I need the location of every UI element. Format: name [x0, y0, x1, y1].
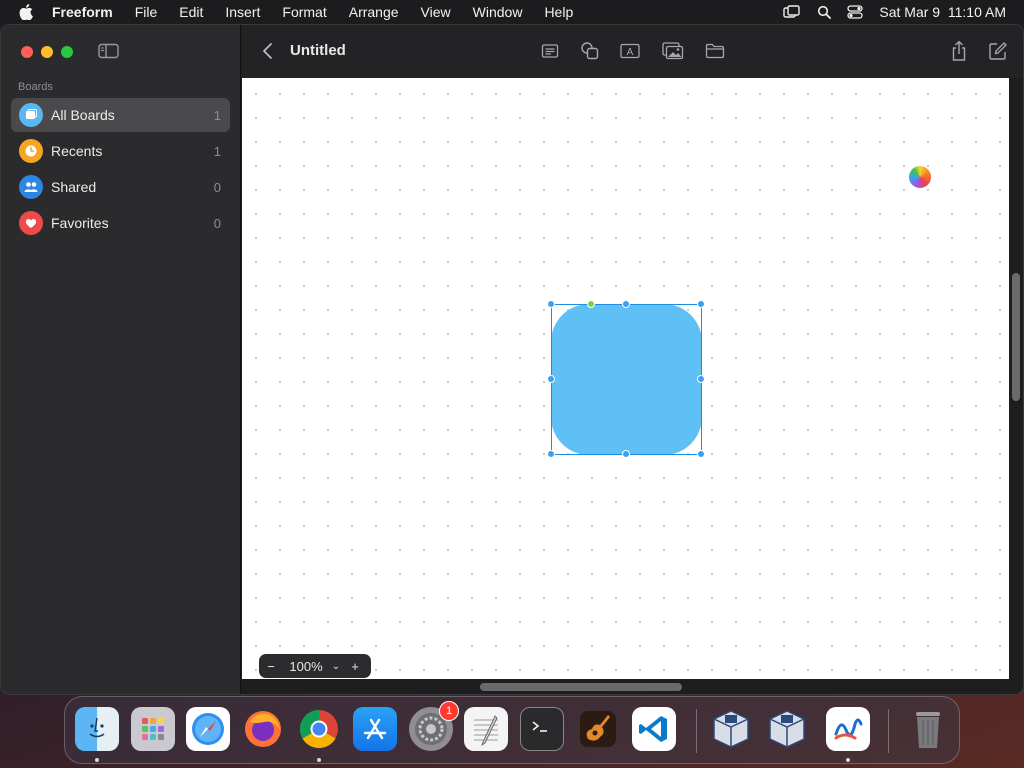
virtualbox-vm-icon[interactable] — [765, 707, 809, 751]
svg-text:A: A — [627, 47, 634, 58]
resize-handle-top-left[interactable] — [547, 300, 555, 308]
boards-icon — [19, 103, 43, 127]
minimize-window-button[interactable] — [41, 46, 53, 58]
zoom-menu-chevron-icon[interactable]: ⌄ — [329, 661, 343, 672]
board-title[interactable]: Untitled — [290, 42, 346, 59]
sidebar-item-recents[interactable]: Recents 1 — [11, 134, 230, 168]
vertical-scroll-thumb[interactable] — [1012, 273, 1020, 401]
garageband-icon[interactable] — [576, 707, 620, 751]
safari-icon[interactable] — [186, 707, 230, 751]
toolbar: Untitled A — [242, 25, 1023, 78]
sidebar-item-count: 1 — [213, 143, 221, 159]
finder-icon[interactable] — [75, 707, 119, 751]
shapes-icon[interactable] — [579, 40, 601, 62]
menu-view[interactable]: View — [421, 4, 451, 20]
heart-icon — [19, 211, 43, 235]
corner-radius-handle[interactable] — [587, 300, 595, 308]
vscode-icon[interactable] — [632, 707, 676, 751]
people-icon — [19, 175, 43, 199]
sidebar-item-label: Shared — [51, 179, 97, 195]
sidebar-item-label: All Boards — [51, 107, 115, 123]
sidebar-item-all-boards[interactable]: All Boards 1 — [11, 98, 230, 132]
share-icon[interactable] — [948, 40, 970, 62]
sidebar-item-label: Favorites — [51, 215, 109, 231]
resize-handle-bottom[interactable] — [622, 450, 630, 458]
freeform-window: Boards All Boards 1 Recents 1 Shared 0 F… — [0, 24, 1024, 695]
horizontal-scrollbar[interactable] — [242, 679, 1023, 694]
sticky-note-icon[interactable] — [539, 40, 561, 62]
sidebar-item-count: 1 — [213, 107, 221, 123]
close-window-button[interactable] — [21, 46, 33, 58]
freeform-icon[interactable] — [826, 707, 870, 751]
system-settings-icon[interactable]: 1 — [409, 701, 459, 751]
resize-handle-left[interactable] — [547, 375, 555, 383]
boards-list: All Boards 1 Recents 1 Shared 0 Favorite… — [11, 98, 230, 242]
folder-icon[interactable] — [704, 40, 726, 62]
menu-clock[interactable]: Sat Mar 9 11:10 AM — [879, 4, 1006, 20]
resize-handle-bottom-left[interactable] — [547, 450, 555, 458]
text-box-icon[interactable]: A — [619, 40, 641, 62]
sidebar-item-favorites[interactable]: Favorites 0 — [11, 206, 230, 240]
menu-edit[interactable]: Edit — [179, 4, 203, 20]
board-area: Untitled A − 100% ⌄ + — [242, 25, 1023, 694]
back-chevron-icon[interactable] — [261, 42, 275, 60]
menu-app-name[interactable]: Freeform — [52, 4, 113, 20]
sidebar-item-count: 0 — [213, 179, 221, 195]
apple-menu-icon[interactable] — [18, 4, 34, 20]
menu-help[interactable]: Help — [544, 4, 573, 20]
sidebar-item-label: Recents — [51, 143, 103, 159]
zoom-in-button[interactable]: + — [343, 659, 367, 674]
terminal-icon[interactable] — [520, 707, 564, 751]
running-indicator — [317, 758, 321, 762]
running-indicator — [846, 758, 850, 762]
resize-handle-top-right[interactable] — [697, 300, 705, 308]
compose-icon[interactable] — [987, 40, 1009, 62]
resize-handle-bottom-right[interactable] — [697, 450, 705, 458]
menu-arrange[interactable]: Arrange — [349, 4, 399, 20]
virtualbox-icon[interactable] — [709, 707, 753, 751]
menu-file[interactable]: File — [135, 4, 158, 20]
board-canvas[interactable]: − 100% ⌄ + — [242, 78, 1010, 681]
firefox-icon[interactable] — [241, 707, 285, 751]
horizontal-scroll-thumb[interactable] — [480, 683, 682, 691]
sidebar-item-shared[interactable]: Shared 0 — [11, 170, 230, 204]
sidebar-section-title: Boards — [18, 81, 53, 93]
chrome-icon[interactable] — [297, 707, 341, 751]
sidebar: Boards All Boards 1 Recents 1 Shared 0 F… — [1, 25, 241, 694]
menu-insert[interactable]: Insert — [225, 4, 260, 20]
resize-handle-right[interactable] — [697, 375, 705, 383]
selection-outline — [551, 304, 702, 455]
launchpad-icon[interactable] — [131, 707, 175, 751]
vertical-scrollbar[interactable] — [1009, 78, 1023, 681]
collaborator-color-icon[interactable] — [909, 166, 931, 188]
spotlight-search-icon[interactable] — [817, 5, 832, 19]
menu-format[interactable]: Format — [282, 4, 326, 20]
media-icon[interactable] — [662, 40, 684, 62]
dock: 1 — [64, 696, 960, 764]
sidebar-toggle-icon[interactable] — [98, 43, 120, 59]
trash-icon[interactable] — [906, 707, 950, 751]
screen-mirroring-icon[interactable] — [783, 5, 801, 19]
zoom-control: − 100% ⌄ + — [259, 654, 371, 678]
textedit-icon[interactable] — [464, 707, 508, 751]
dock-separator — [696, 709, 697, 753]
running-indicator — [95, 758, 99, 762]
zoom-level[interactable]: 100% — [283, 659, 329, 674]
window-controls — [21, 46, 73, 58]
clock-icon — [19, 139, 43, 163]
dock-separator — [888, 709, 889, 753]
menu-window[interactable]: Window — [473, 4, 523, 20]
control-center-icon[interactable] — [847, 5, 864, 19]
zoom-window-button[interactable] — [61, 46, 73, 58]
sidebar-item-count: 0 — [213, 215, 221, 231]
resize-handle-top[interactable] — [622, 300, 630, 308]
app-store-icon[interactable] — [353, 707, 397, 751]
menu-bar: Freeform File Edit Insert Format Arrange… — [0, 0, 1024, 24]
zoom-out-button[interactable]: − — [259, 659, 283, 674]
notification-badge: 1 — [439, 701, 459, 721]
